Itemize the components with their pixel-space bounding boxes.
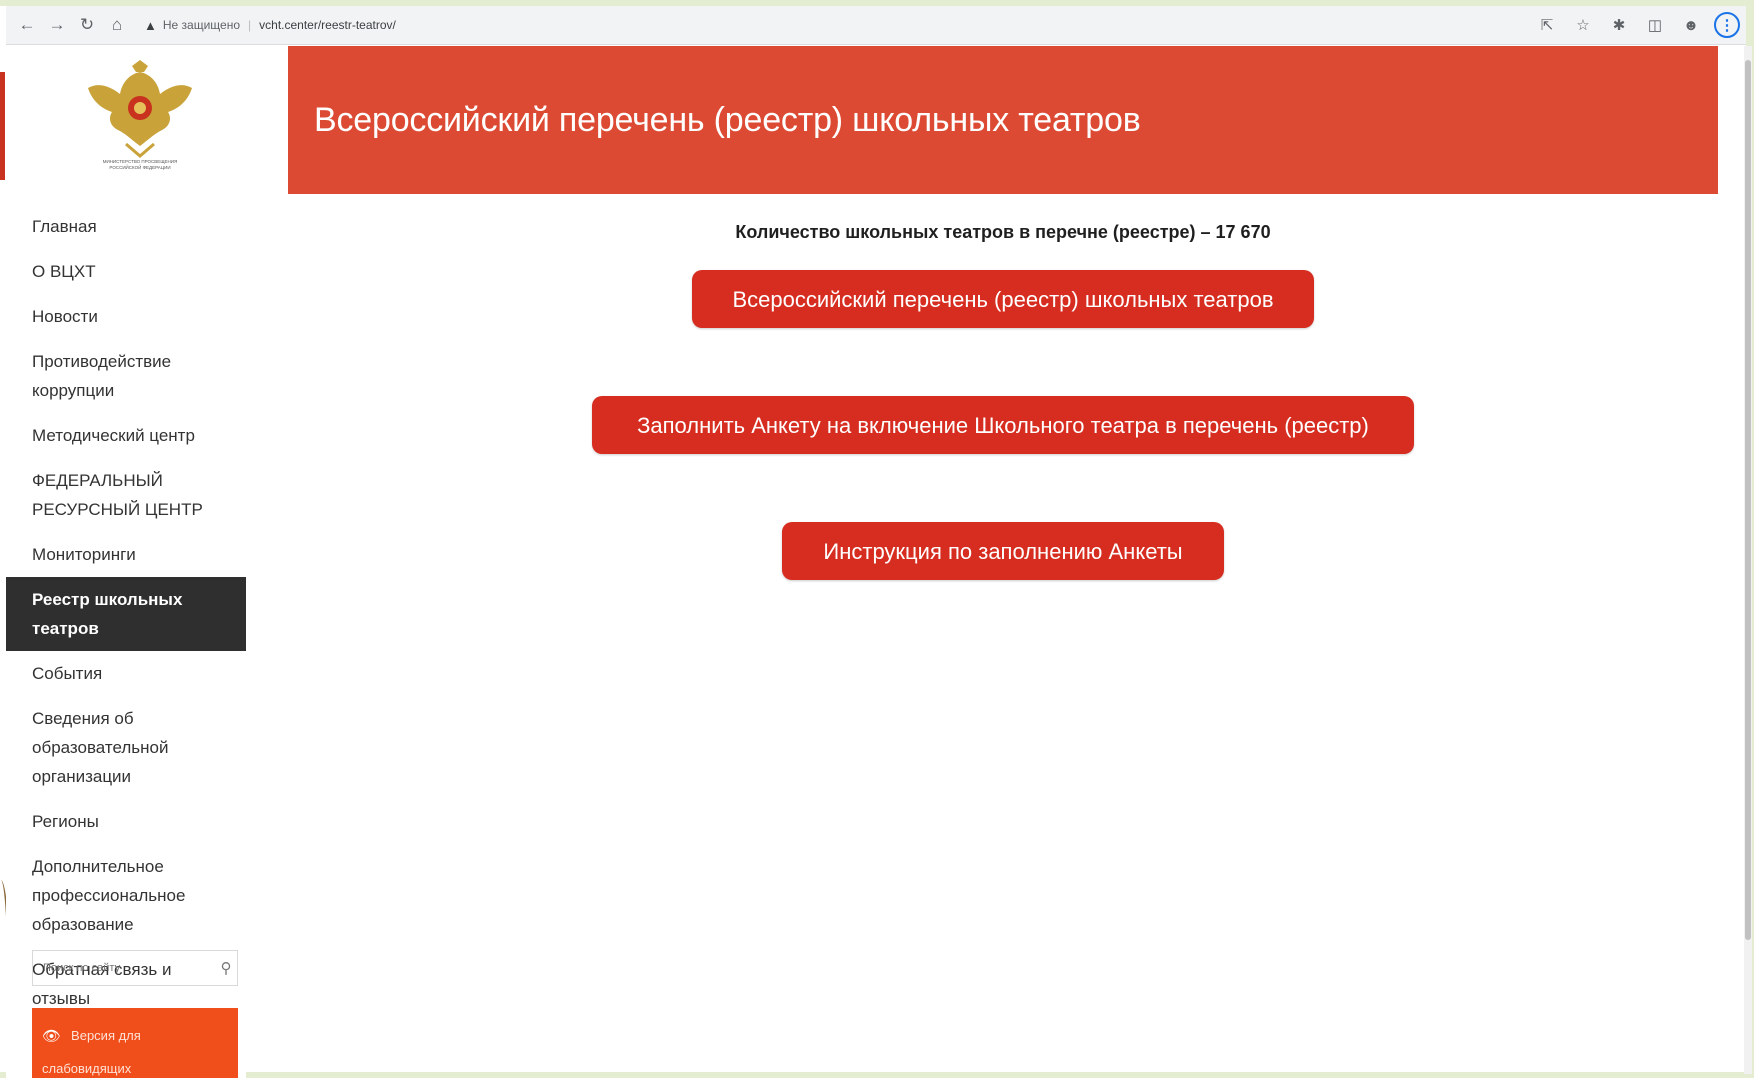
low-vision-button[interactable]: 👁 Версия для слабовидящих [32, 1008, 238, 1078]
warning-icon: ▲ [144, 17, 157, 33]
instructions-button[interactable]: Инструкция по заполнению Анкеты [782, 522, 1224, 580]
nav-item-regions[interactable]: Регионы [6, 799, 246, 844]
address-bar[interactable]: ▲ Не защищено | vcht.center/reestr-teatr… [144, 12, 396, 38]
share-icon[interactable]: ⇱ [1534, 12, 1560, 38]
sidebar: МИНИСТЕРСТВО ПРОСВЕЩЕНИЯ РОССИЙСКОЙ ФЕДЕ… [6, 46, 246, 1078]
eye-icon: 👁 [42, 1027, 62, 1045]
reload-icon[interactable]: ↻ [74, 12, 100, 38]
nav-item-professional-education[interactable]: Дополнительное профессиональное образова… [6, 844, 246, 947]
nav-item-about[interactable]: О ВЦХТ [6, 249, 246, 294]
url-text: vcht.center/reestr-teatrov/ [259, 18, 396, 32]
site-search: ⚲ [32, 950, 238, 986]
security-label: Не защищено [162, 18, 241, 32]
nav-item-home[interactable]: Главная [6, 204, 246, 249]
slide-frame-accent [0, 72, 5, 180]
profile-icon[interactable]: ☻ [1678, 12, 1704, 38]
search-input[interactable] [33, 961, 215, 975]
nav-item-theatre-registry[interactable]: Реестр школьных театров [6, 577, 246, 651]
eagle-emblem-icon [88, 60, 192, 158]
home-icon[interactable]: ⌂ [104, 12, 130, 38]
address-separator: | [248, 18, 252, 32]
main-nav: Главная О ВЦХТ Новости Противодействие к… [6, 204, 246, 1021]
nav-item-events[interactable]: События [6, 651, 246, 696]
bookmark-star-icon[interactable]: ☆ [1570, 12, 1596, 38]
slide-frame-bottom [0, 1072, 1754, 1078]
page-title: Всероссийский перечень (реестр) школьных… [314, 100, 1141, 139]
browser-toolbar: ← → ↻ ⌂ ▲ Не защищено | vcht.center/rees… [6, 6, 1746, 45]
nav-item-anticorruption[interactable]: Противодействие коррупции [6, 339, 246, 413]
registry-button[interactable]: Всероссийский перечень (реестр) школьных… [692, 270, 1314, 328]
nav-item-news[interactable]: Новости [6, 294, 246, 339]
forward-icon[interactable]: → [44, 12, 70, 38]
ministry-logo[interactable]: МИНИСТЕРСТВО ПРОСВЕЩЕНИЯ РОССИЙСКОЙ ФЕДЕ… [70, 60, 210, 170]
svg-text:РОССИЙСКОЙ ФЕДЕРАЦИИ: РОССИЙСКОЙ ФЕДЕРАЦИИ [109, 163, 170, 170]
nav-item-monitoring[interactable]: Мониторинги [6, 532, 246, 577]
nav-item-organization-info[interactable]: Сведения об образовательной организации [6, 696, 246, 799]
extensions-icon[interactable]: ✱ [1606, 12, 1632, 38]
menu-icon[interactable]: ⋮ [1714, 12, 1740, 38]
page-banner: Всероссийский перечень (реестр) школьных… [288, 46, 1718, 194]
page-scrollbar[interactable] [1744, 46, 1752, 1074]
theatre-count: Количество школьных театров в перечне (р… [735, 222, 1271, 242]
fill-form-button[interactable]: Заполнить Анкету на включение Школьного … [592, 396, 1414, 454]
back-icon[interactable]: ← [14, 12, 40, 38]
svg-text:МИНИСТЕРСТВО ПРОСВЕЩЕНИЯ: МИНИСТЕРСТВО ПРОСВЕЩЕНИЯ [103, 159, 178, 164]
scrollbar-thumb[interactable] [1745, 60, 1751, 940]
nav-item-methodical-center[interactable]: Методический центр [6, 413, 246, 458]
sidepanel-icon[interactable]: ◫ [1642, 12, 1668, 38]
nav-item-federal-resource-center[interactable]: ФЕДЕРАЛЬНЫЙ РЕСУРСНЫЙ ЦЕНТР [6, 458, 246, 532]
search-icon[interactable]: ⚲ [215, 959, 237, 977]
